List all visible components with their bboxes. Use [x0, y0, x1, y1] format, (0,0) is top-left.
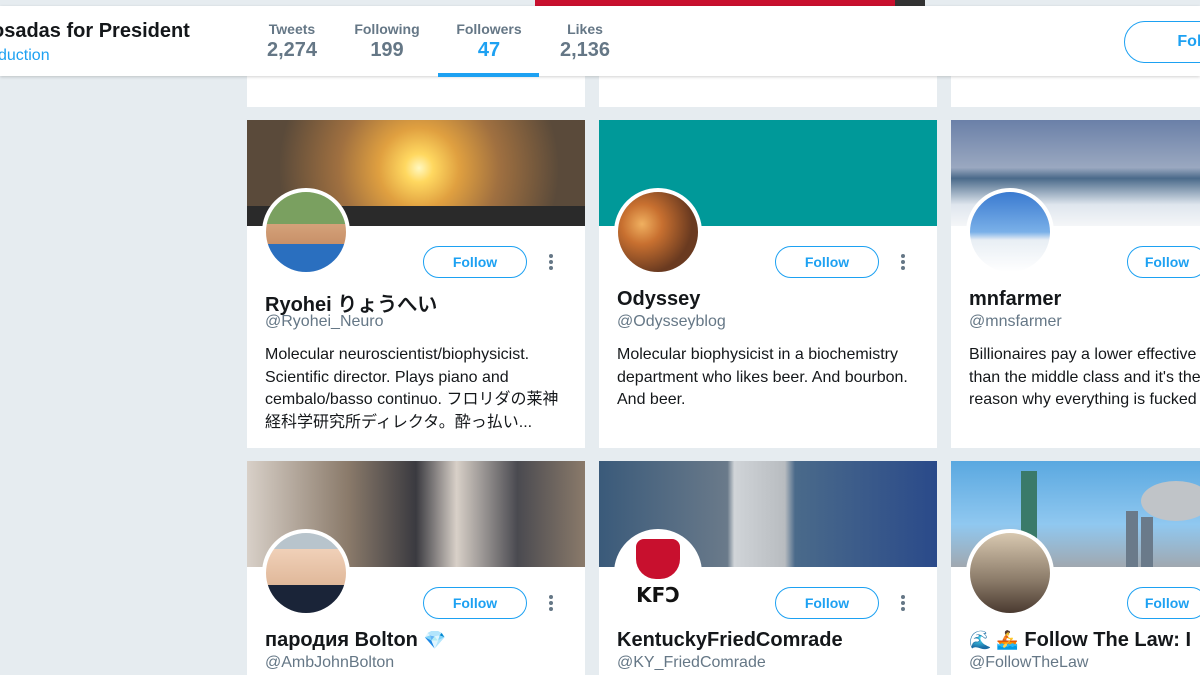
user-bio: Molecular biophysicist in a biochemistry…: [617, 346, 908, 408]
stat-label: Following: [354, 21, 420, 37]
follow-button[interactable]: Follo: [1124, 21, 1200, 63]
avatar[interactable]: KFƆ: [614, 529, 702, 617]
avatar-text: KFƆ: [636, 583, 680, 607]
user-card[interactable]: Follow Odyssey @Odysseyblog Molecular bi…: [599, 120, 937, 448]
stat-value: 2,274: [266, 39, 318, 61]
stat-likes[interactable]: Likes 2,136: [555, 21, 615, 62]
more-icon[interactable]: [901, 595, 905, 611]
active-tab-underline: [438, 73, 539, 77]
user-name[interactable]: 🌊 🚣 Follow The Law: I: [969, 629, 1191, 652]
user-name[interactable]: Odyssey: [617, 288, 700, 311]
stat-label: Followers: [456, 21, 522, 37]
user-name[interactable]: KentuckyFriedComrade: [617, 629, 843, 652]
user-card[interactable]: Follow пародия Bolton 💎 @AmbJohnBolton: [247, 461, 585, 675]
user-handle[interactable]: @mnsfarmer: [969, 313, 1062, 331]
more-icon[interactable]: [549, 254, 553, 270]
stat-label: Tweets: [268, 21, 316, 37]
follow-button[interactable]: Follow: [1127, 246, 1200, 278]
user-card[interactable]: KFƆ Follow KentuckyFriedComrade @KY_Frie…: [599, 461, 937, 675]
user-bio: Molecular neuroscientist/biophysicist. S…: [265, 346, 559, 431]
stat-tweets[interactable]: Tweets 2,274: [262, 21, 322, 62]
user-name-text: Follow The Law: I: [1024, 629, 1192, 651]
stat-following[interactable]: Following 199: [352, 21, 422, 62]
user-bio: Billionaires pay a lower effective than …: [969, 346, 1200, 408]
profile-name[interactable]: osadas for President: [0, 20, 190, 43]
wave-boat-icon: 🌊 🚣: [969, 630, 1019, 650]
more-icon[interactable]: [549, 595, 553, 611]
stat-value: 2,136: [559, 39, 611, 61]
avatar[interactable]: [966, 529, 1054, 617]
avatar[interactable]: [966, 188, 1054, 276]
profile-nav-header: osadas for President duction Tweets 2,27…: [0, 6, 1200, 77]
user-name[interactable]: пародия Bolton 💎: [265, 629, 446, 652]
user-name-text: пародия Bolton: [265, 629, 418, 651]
follow-button[interactable]: Follow: [423, 587, 527, 619]
avatar[interactable]: [262, 188, 350, 276]
user-handle[interactable]: @KY_FriedComrade: [617, 654, 766, 672]
stat-followers[interactable]: Followers 47: [452, 21, 526, 62]
avatar[interactable]: [262, 529, 350, 617]
stat-value: 47: [477, 39, 501, 61]
follow-button[interactable]: Follow: [775, 587, 879, 619]
user-name[interactable]: mnfarmer: [969, 288, 1061, 311]
follow-button[interactable]: Follow: [775, 246, 879, 278]
follow-button[interactable]: Follow: [1127, 587, 1200, 619]
user-handle[interactable]: @Ryohei_Neuro: [265, 313, 384, 331]
user-card[interactable]: Follow 🌊 🚣 Follow The Law: I @FollowTheL…: [951, 461, 1200, 675]
user-card[interactable]: Follow mnfarmer @mnsfarmer Billionaires …: [951, 120, 1200, 448]
follow-button[interactable]: Follow: [423, 246, 527, 278]
profile-subtitle[interactable]: duction: [0, 47, 50, 65]
user-handle[interactable]: @AmbJohnBolton: [265, 654, 394, 672]
user-handle[interactable]: @Odysseyblog: [617, 313, 726, 331]
stat-value: 199: [370, 39, 404, 61]
user-card[interactable]: Follow Ryohei りょうへい @Ryohei_Neuro Molecu…: [247, 120, 585, 448]
stat-label: Likes: [567, 21, 603, 37]
kfc-logo-icon: [636, 539, 680, 579]
more-icon[interactable]: [901, 254, 905, 270]
diamond-icon: 💎: [423, 630, 446, 650]
avatar[interactable]: [614, 188, 702, 276]
user-handle[interactable]: @FollowTheLaw: [969, 654, 1088, 672]
